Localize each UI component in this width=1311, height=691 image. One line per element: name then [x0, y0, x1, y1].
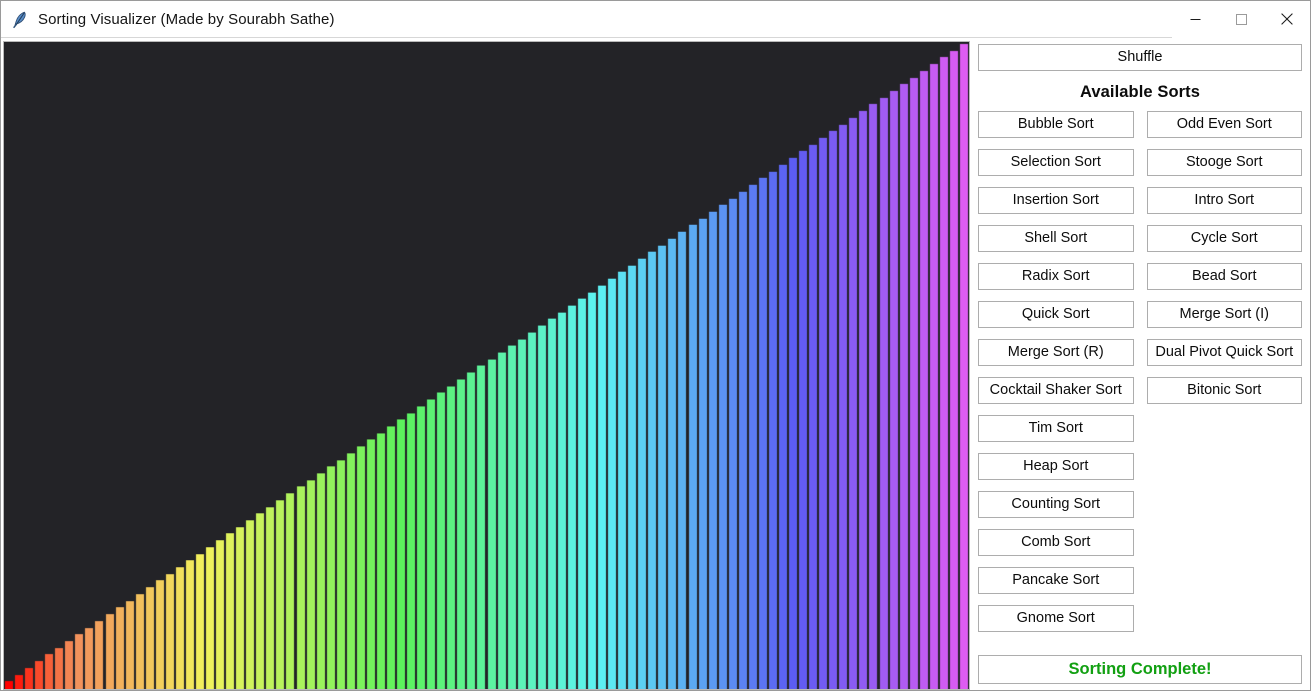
- sort-button-stooge-sort[interactable]: Stooge Sort: [1146, 149, 1302, 176]
- sort-button-bubble-sort[interactable]: Bubble Sort: [978, 111, 1134, 138]
- sort-button-shell-sort[interactable]: Shell Sort: [978, 225, 1134, 252]
- title-bar: Sorting Visualizer (Made by Sourabh Sath…: [1, 0, 1310, 38]
- sort-button-bitonic-sort[interactable]: Bitonic Sort: [1146, 377, 1302, 404]
- window-title: Sorting Visualizer (Made by Sourabh Sath…: [38, 10, 335, 28]
- sort-button-pancake-sort[interactable]: Pancake Sort: [978, 567, 1134, 594]
- feather-icon: [10, 9, 30, 29]
- status-badge: Sorting Complete!: [978, 655, 1302, 684]
- sort-buttons-grid: Bubble Sort Odd Even Sort Selection Sort St…: [978, 111, 1302, 632]
- grid-placeholder: [1147, 567, 1303, 594]
- grid-placeholder: [1147, 529, 1303, 556]
- sort-button-dual-pivot-quick-sort[interactable]: Dual Pivot Quick Sort: [1146, 339, 1302, 366]
- shuffle-button[interactable]: Shuffle: [978, 44, 1302, 71]
- sort-button-merge-sort-i[interactable]: Merge Sort (I): [1146, 301, 1302, 328]
- panel-spacer: [978, 632, 1302, 649]
- sort-button-counting-sort[interactable]: Counting Sort: [978, 491, 1134, 518]
- grid-placeholder: [1147, 491, 1303, 518]
- controls-panel: Shuffle Available Sorts Bubble Sort Odd E…: [970, 38, 1310, 690]
- grid-placeholder: [1147, 453, 1303, 480]
- window-controls: [1172, 0, 1310, 38]
- sort-button-comb-sort[interactable]: Comb Sort: [978, 529, 1134, 556]
- app-window: Sorting Visualizer (Made by Sourabh Sath…: [0, 0, 1311, 691]
- maximize-button[interactable]: [1218, 0, 1264, 38]
- grid-placeholder: [1147, 415, 1303, 442]
- sort-button-radix-sort[interactable]: Radix Sort: [978, 263, 1134, 290]
- sort-button-gnome-sort[interactable]: Gnome Sort: [978, 605, 1134, 632]
- sort-button-intro-sort[interactable]: Intro Sort: [1146, 187, 1302, 214]
- sort-button-cocktail-shaker-sort[interactable]: Cocktail Shaker Sort: [978, 377, 1134, 404]
- sort-button-cycle-sort[interactable]: Cycle Sort: [1146, 225, 1302, 252]
- sort-button-quick-sort[interactable]: Quick Sort: [978, 301, 1134, 328]
- minimize-button[interactable]: [1172, 0, 1218, 38]
- sort-button-heap-sort[interactable]: Heap Sort: [978, 453, 1134, 480]
- sort-button-selection-sort[interactable]: Selection Sort: [978, 149, 1134, 176]
- sort-button-bead-sort[interactable]: Bead Sort: [1146, 263, 1302, 290]
- sort-button-merge-sort-r[interactable]: Merge Sort (R): [978, 339, 1134, 366]
- sort-button-tim-sort[interactable]: Tim Sort: [978, 415, 1134, 442]
- visualization-canvas[interactable]: [3, 41, 970, 690]
- sorting-bars: [4, 42, 969, 689]
- sort-button-odd-even-sort[interactable]: Odd Even Sort: [1146, 111, 1302, 138]
- grid-placeholder: [1147, 605, 1303, 632]
- main-area: Shuffle Available Sorts Bubble Sort Odd E…: [1, 38, 1310, 690]
- available-sorts-heading: Available Sorts: [1079, 83, 1201, 101]
- close-button[interactable]: [1264, 0, 1310, 38]
- sort-button-insertion-sort[interactable]: Insertion Sort: [978, 187, 1134, 214]
